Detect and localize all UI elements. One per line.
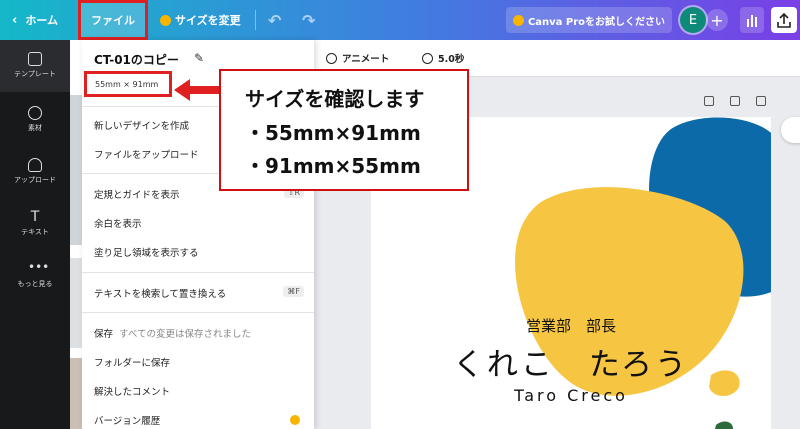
avatar-initial: E <box>688 12 698 28</box>
pencil-icon[interactable]: ✎ <box>194 51 204 65</box>
home-button[interactable]: ‹ ホーム <box>12 0 58 40</box>
sidebar-item-label: テキスト <box>21 228 49 236</box>
annotation-callout: サイズを確認します ・55mm×91mm ・91mm×55mm <box>219 69 469 191</box>
bar-chart-icon <box>747 15 757 27</box>
menu-item-resolved-comments[interactable]: 解決したコメント <box>94 384 170 398</box>
menu-item-version-history[interactable]: バージョン履歴 <box>94 413 160 427</box>
undo-icon: ↶ <box>268 10 282 30</box>
redo-icon: ↷ <box>302 10 316 30</box>
design-title[interactable]: CT-01のコピー <box>94 51 179 68</box>
callout-size-1: ・55mm×91mm <box>245 121 421 145</box>
card-department: 営業部 部長 <box>525 317 616 335</box>
design-size-label: 55mm × 91mm <box>95 79 159 89</box>
menu-item-margins[interactable]: 余白を表示 <box>94 216 142 230</box>
divider <box>255 10 256 30</box>
clock-icon <box>422 52 433 64</box>
template-thumbnail[interactable] <box>70 95 82 245</box>
sidebar-item-elements[interactable]: 素材 <box>0 106 70 133</box>
lock-icon[interactable] <box>704 96 714 106</box>
resize-button[interactable]: サイズを変更 <box>160 0 241 40</box>
divider <box>82 312 314 313</box>
chevron-left-icon: ‹ <box>12 12 18 28</box>
home-label: ホーム <box>25 14 59 27</box>
share-button[interactable] <box>771 7 797 33</box>
sidebar: テンプレート 素材 アップロード T テキスト ••• もっと見る <box>0 40 70 429</box>
avatar[interactable]: E <box>680 7 706 33</box>
menu-item-save[interactable]: 保存 すべての変更は保存されました <box>94 326 251 340</box>
sidebar-item-more[interactable]: ••• もっと見る <box>0 260 70 289</box>
template-thumbnail[interactable] <box>70 258 82 348</box>
redo-button[interactable]: ↷ <box>302 0 315 40</box>
text-icon: T <box>30 209 40 225</box>
undo-button[interactable]: ↶ <box>268 0 281 40</box>
sidebar-item-uploads[interactable]: アップロード <box>0 158 70 185</box>
crown-icon <box>512 14 524 26</box>
file-menu-button[interactable]: ファイル <box>78 0 148 40</box>
sidebar-item-label: 素材 <box>28 124 42 132</box>
menu-item-find-replace[interactable]: テキストを検索して置き換える <box>94 286 226 300</box>
sidebar-item-label: もっと見る <box>17 280 53 288</box>
insights-button[interactable] <box>740 7 764 33</box>
animate-label: アニメート <box>342 54 390 65</box>
elements-icon <box>28 106 42 120</box>
design-size: 55mm × 91mm <box>84 71 172 97</box>
callout-title: サイズを確認します <box>245 87 425 111</box>
save-label: 保存 <box>94 329 114 340</box>
plus-icon: + <box>710 10 724 30</box>
top-bar: ‹ ホーム ファイル サイズを変更 ↶ ↷ Canva Proをお試しください … <box>0 0 800 40</box>
duplicate-icon[interactable] <box>730 96 740 106</box>
template-icon <box>28 52 42 66</box>
refresh-button[interactable] <box>781 117 800 143</box>
add-page-icon[interactable] <box>756 96 766 106</box>
save-status: すべての変更は保存されました <box>119 329 251 340</box>
more-icon: ••• <box>28 260 50 274</box>
shortcut-badge: ⌘F <box>283 286 304 297</box>
menu-item-new-design[interactable]: 新しいデザインを作成 <box>94 118 189 132</box>
sidebar-item-templates[interactable]: テンプレート <box>0 40 70 92</box>
crown-icon <box>160 14 171 26</box>
sidebar-item-label: テンプレート <box>14 70 56 78</box>
menu-item-save-folder[interactable]: フォルダーに保存 <box>94 355 170 369</box>
divider <box>82 272 314 273</box>
menu-item-upload[interactable]: ファイルをアップロード <box>94 147 199 161</box>
add-member-button[interactable]: + <box>706 9 728 31</box>
duration-label: 5.0秒 <box>438 54 465 65</box>
card-name: くれこ たろう <box>452 347 690 383</box>
try-pro-button[interactable]: Canva Proをお試しください <box>506 7 672 33</box>
sidebar-item-label: アップロード <box>14 176 56 184</box>
upload-icon <box>28 158 42 172</box>
template-thumbnail[interactable] <box>70 358 82 429</box>
trial-label: Canva Proをお試しください <box>527 16 666 28</box>
red-arrow-icon <box>174 79 220 101</box>
callout-size-2: ・91mm×55mm <box>245 154 421 178</box>
resize-label: サイズを変更 <box>175 14 241 27</box>
crown-icon <box>290 415 300 425</box>
file-label: ファイル <box>91 14 135 27</box>
share-icon <box>777 12 791 28</box>
small-green-blob <box>715 421 733 429</box>
menu-item-rulers[interactable]: 定規とガイドを表示 <box>94 187 180 201</box>
sidebar-item-text[interactable]: T テキスト <box>0 210 70 237</box>
card-romaji: Taro Creco <box>514 386 628 405</box>
animate-icon <box>326 52 337 64</box>
menu-item-bleed[interactable]: 塗り足し領域を表示する <box>94 245 199 259</box>
